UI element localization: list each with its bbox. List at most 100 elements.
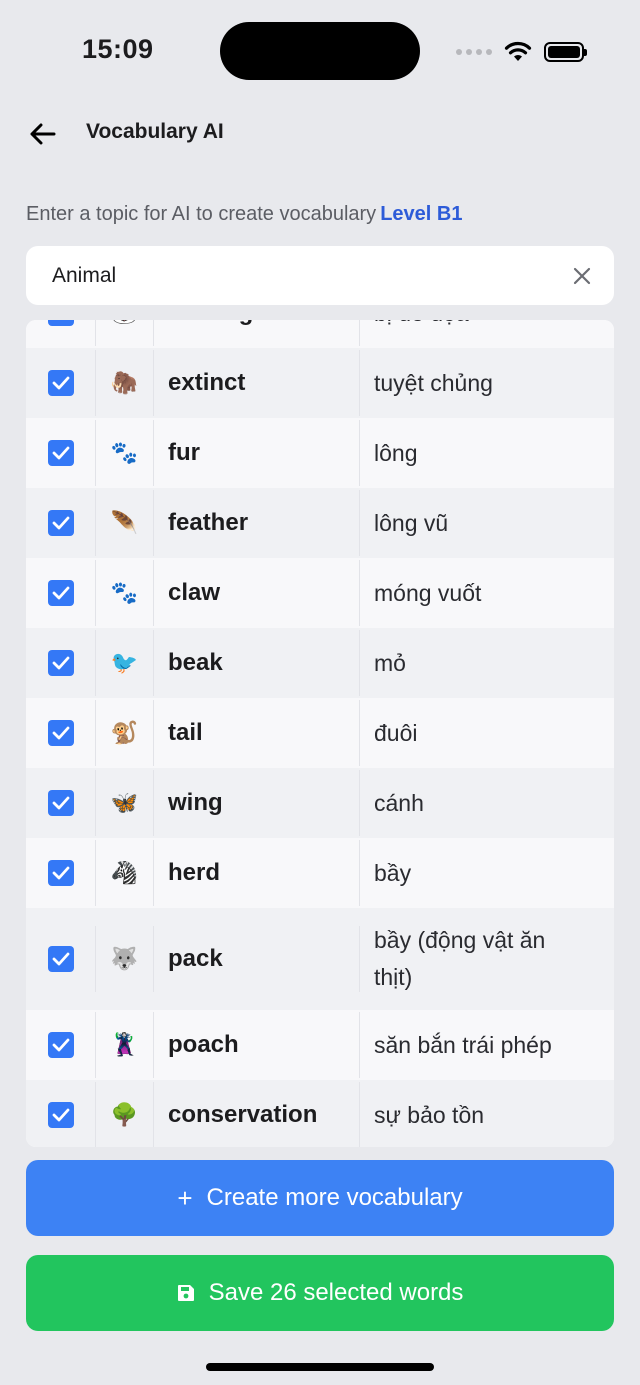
table-row[interactable]: 🐾 fur lông	[26, 418, 614, 488]
battery-icon	[544, 42, 587, 62]
word-checkbox[interactable]	[47, 1032, 74, 1058]
topic-input-container	[26, 246, 614, 305]
word-meaning: bầy	[374, 859, 412, 886]
word-checkbox[interactable]	[47, 860, 74, 886]
word-meaning: lông	[374, 439, 418, 466]
page-title: Vocabulary AI	[86, 120, 224, 143]
topic-input[interactable]	[52, 246, 552, 305]
word-meaning: móng vuốt	[374, 579, 482, 606]
clear-button[interactable]	[570, 264, 594, 288]
word-checkbox[interactable]	[47, 790, 74, 816]
word-meaning: đuôi	[374, 719, 418, 746]
word-text: wing	[154, 770, 360, 836]
checkmark-icon	[52, 516, 69, 530]
word-text: tail	[154, 700, 360, 766]
word-text: extinct	[154, 350, 360, 416]
word-emoji-icon: 🦋	[96, 770, 154, 836]
word-text: pack	[154, 926, 360, 992]
status-bar: 15:09	[0, 0, 640, 100]
word-text: conservation	[154, 1082, 360, 1147]
home-indicator	[206, 1363, 434, 1371]
word-emoji-icon: 🐾	[96, 560, 154, 626]
word-meaning: săn bắn trái phép	[374, 1031, 552, 1058]
checkmark-icon	[52, 446, 69, 460]
word-text: poach	[154, 1012, 360, 1078]
word-checkbox[interactable]	[47, 370, 74, 396]
table-row[interactable]: 🦣 extinct tuyệt chủng	[26, 348, 614, 418]
word-emoji-icon: 🐺	[96, 926, 154, 992]
word-text: beak	[154, 630, 360, 696]
checkmark-icon	[52, 1108, 69, 1122]
row-checkbox-cell	[26, 700, 96, 766]
row-checkbox-cell	[26, 926, 96, 992]
word-meaning: lông vũ	[374, 509, 449, 536]
row-checkbox-cell	[26, 1012, 96, 1078]
wifi-icon	[504, 41, 532, 61]
table-row[interactable]: 🦋 wing cánh	[26, 768, 614, 838]
word-checkbox[interactable]	[47, 440, 74, 466]
row-checkbox-cell	[26, 350, 96, 416]
word-meaning: tuyệt chủng	[374, 369, 493, 396]
word-emoji-icon: 🦹	[96, 1012, 154, 1078]
word-text: endangered	[154, 320, 360, 346]
table-row[interactable]: 🦓 herd bầy	[26, 838, 614, 908]
word-emoji-icon: 🐼	[96, 320, 154, 346]
word-checkbox[interactable]	[47, 320, 74, 326]
word-checkbox[interactable]	[47, 580, 74, 606]
status-time: 15:09	[82, 34, 154, 64]
word-meaning: bị đe dọa	[360, 320, 614, 348]
word-emoji-icon: 🦓	[96, 840, 154, 906]
create-more-button[interactable]: + Create more vocabulary	[26, 1160, 614, 1236]
word-checkbox[interactable]	[47, 1102, 74, 1128]
header: Vocabulary AI	[0, 108, 640, 158]
word-emoji-icon: 🦣	[96, 350, 154, 416]
level-badge[interactable]: Level B1	[380, 203, 462, 225]
save-words-button[interactable]: Save 26 selected words	[26, 1255, 614, 1331]
word-emoji-icon: 🐦	[96, 630, 154, 696]
table-row[interactable]: 🪶 feather lông vũ	[26, 488, 614, 558]
floppy-disk-icon	[177, 1285, 194, 1301]
checkmark-icon	[52, 952, 69, 966]
vocabulary-table[interactable]: 🐼endangeredbị đe dọa🦣extincttuyệt chủng🐾…	[26, 320, 614, 1147]
checkmark-icon	[52, 726, 69, 740]
checkmark-icon	[52, 586, 69, 600]
arrow-left-icon	[30, 123, 56, 145]
table-row[interactable]: 🐺 pack bầy (động vật ăn thịt)	[26, 908, 614, 1010]
word-checkbox[interactable]	[47, 510, 74, 536]
table-row[interactable]: 🐒 tail đuôi	[26, 698, 614, 768]
word-text: fur	[154, 420, 360, 486]
word-text: feather	[154, 490, 360, 556]
word-meaning: sự bảo tồn	[374, 1101, 485, 1128]
checkmark-icon	[52, 656, 69, 670]
vocabulary-rows: 🐼endangeredbị đe dọa🦣extincttuyệt chủng🐾…	[26, 320, 614, 1147]
row-checkbox-cell	[26, 630, 96, 696]
table-row[interactable]: 🦹 poach săn bắn trái phép	[26, 1010, 614, 1080]
row-checkbox-cell	[26, 320, 96, 346]
row-checkbox-cell	[26, 490, 96, 556]
word-meaning: bầy (động vật ăn thịt)	[374, 927, 546, 990]
table-row[interactable]: 🐦 beak mỏ	[26, 628, 614, 698]
word-checkbox[interactable]	[47, 946, 74, 972]
row-checkbox-cell	[26, 1082, 96, 1147]
word-text: claw	[154, 560, 360, 626]
row-checkbox-cell	[26, 840, 96, 906]
checkmark-icon	[52, 866, 69, 880]
back-button[interactable]	[26, 118, 58, 150]
word-emoji-icon: 🐒	[96, 700, 154, 766]
word-emoji-icon: 🪶	[96, 490, 154, 556]
table-row[interactable]: 🐼endangeredbị đe dọa	[26, 320, 614, 348]
plus-icon: +	[177, 1183, 193, 1213]
checkmark-icon	[52, 1038, 69, 1052]
row-checkbox-cell	[26, 420, 96, 486]
checkmark-icon	[52, 376, 69, 390]
word-checkbox[interactable]	[47, 720, 74, 746]
table-row[interactable]: 🐾 claw móng vuốt	[26, 558, 614, 628]
row-checkbox-cell	[26, 560, 96, 626]
row-checkbox-cell	[26, 770, 96, 836]
word-emoji-icon: 🐾	[96, 420, 154, 486]
create-more-label: Create more vocabulary	[206, 1184, 463, 1211]
table-row[interactable]: 🌳 conservation sự bảo tồn	[26, 1080, 614, 1147]
word-checkbox[interactable]	[47, 650, 74, 676]
checkmark-icon	[52, 796, 69, 810]
prompt-text: Enter a topic for AI to create vocabular…	[26, 203, 377, 225]
